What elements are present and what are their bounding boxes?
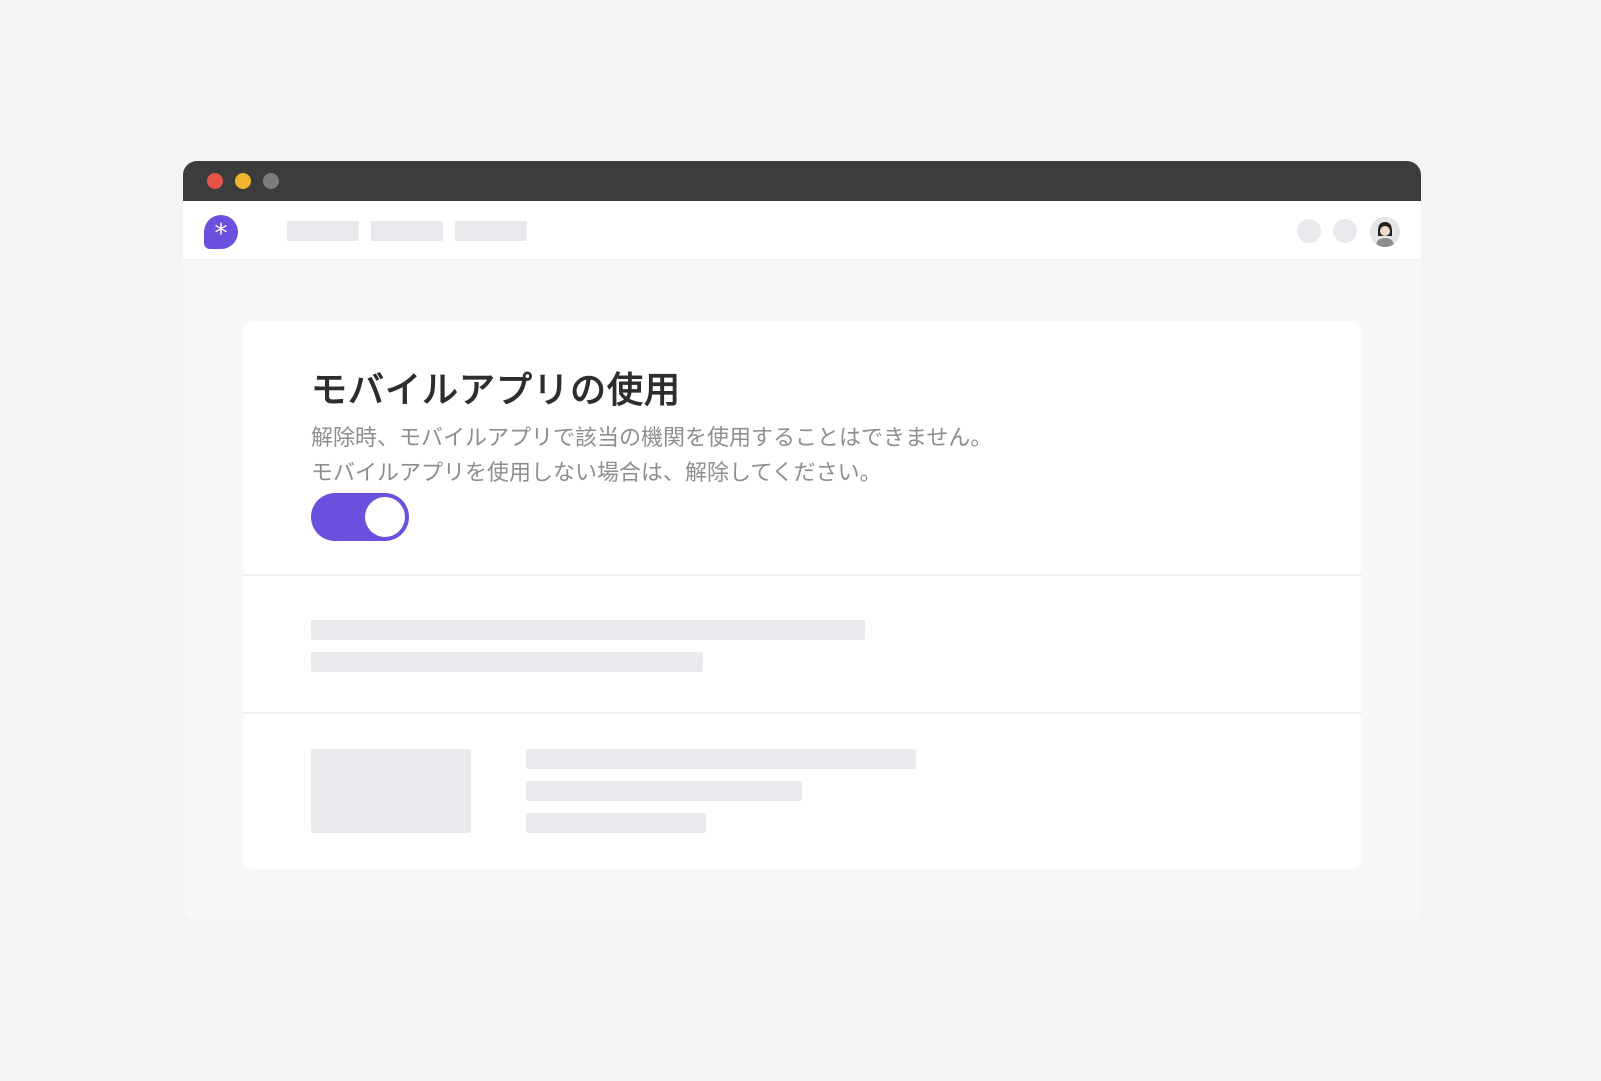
asterisk-icon[interactable]: *: [204, 215, 238, 249]
nav-placeholder-2[interactable]: [371, 221, 443, 241]
mobile-app-setting-section: モバイルアプリの使用 解除時、モバイルアプリで該当の機関を使用することはできませ…: [243, 321, 1361, 576]
placeholder-section: [243, 576, 1361, 714]
user-avatar-icon[interactable]: [1370, 217, 1400, 247]
placeholder-line: [526, 749, 916, 769]
header-icon-placeholder-1[interactable]: [1297, 219, 1321, 243]
mobile-app-toggle[interactable]: [311, 493, 409, 541]
minimize-window-button[interactable]: [235, 173, 251, 189]
setting-title: モバイルアプリの使用: [311, 370, 682, 411]
app-header: *: [183, 201, 1421, 260]
placeholder-line: [526, 781, 802, 801]
toggle-knob: [365, 497, 405, 537]
settings-card: モバイルアプリの使用 解除時、モバイルアプリで該当の機関を使用することはできませ…: [243, 321, 1361, 869]
window-titlebar: [183, 161, 1421, 201]
description-line-2: モバイルアプリを使用しない場合は、解除してください。: [311, 461, 882, 486]
nav-placeholder-1[interactable]: [287, 221, 359, 241]
placeholder-thumbnail: [311, 749, 471, 833]
placeholder-line: [311, 620, 865, 640]
zoom-window-button[interactable]: [263, 173, 279, 189]
close-window-button[interactable]: [207, 173, 223, 189]
setting-description: 解除時、モバイルアプリで該当の機関を使用することはできません。 モバイルアプリを…: [311, 421, 992, 491]
nav-placeholder-3[interactable]: [455, 221, 527, 241]
browser-window: * モバイルアプリの使用 解除時、モバイルアプリで該当の機関を使用することはでき…: [183, 161, 1421, 921]
description-line-1: 解除時、モバイルアプリで該当の機関を使用することはできません。: [311, 426, 993, 451]
placeholder-line: [526, 813, 706, 833]
placeholder-line: [311, 652, 703, 672]
avatar-illustration: [1370, 217, 1400, 247]
header-icon-placeholder-2[interactable]: [1333, 219, 1357, 243]
